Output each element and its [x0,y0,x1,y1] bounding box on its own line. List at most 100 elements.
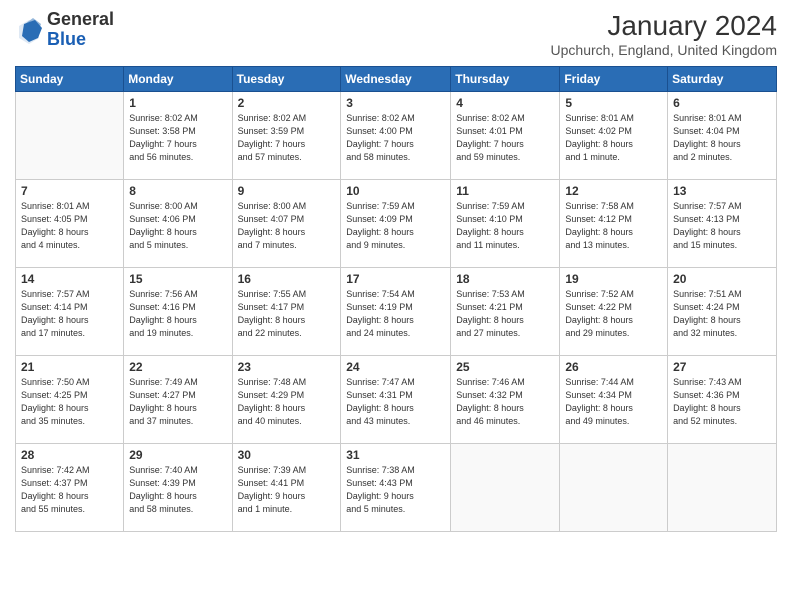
day-cell: 1 Sunrise: 8:02 AMSunset: 3:58 PMDaylight… [124,92,232,180]
day-cell: 23 Sunrise: 7:48 AMSunset: 4:29 PMDayligh… [232,356,341,444]
logo: General Blue [15,10,114,50]
day-info: Sunrise: 8:02 AMSunset: 4:00 PMDaylight:… [346,112,445,164]
day-cell: 20Sunrise: 7:51 AMSunset: 4:24 PMDayligh… [668,268,777,356]
day-info: Sunrise: 7:39 AMSunset: 4:41 PMDaylight:… [238,464,336,516]
day-number: 27 [673,360,771,374]
day-number: 24 [346,360,445,374]
day-cell: 9 Sunrise: 8:00 AMSunset: 4:07 PMDaylight… [232,180,341,268]
day-info: Sunrise: 7:55 AMSunset: 4:17 PMDaylight:… [238,288,336,340]
day-number: 12 [565,184,662,198]
day-info: Sunrise: 7:42 AMSunset: 4:37 PMDaylight:… [21,464,118,516]
day-info: Sunrise: 7:47 AMSunset: 4:31 PMDaylight:… [346,376,445,428]
day-info: Sunrise: 7:59 AMSunset: 4:10 PMDaylight:… [456,200,554,252]
day-info: Sunrise: 8:02 AMSunset: 4:01 PMDaylight:… [456,112,554,164]
header-cell-thursday: Thursday [451,67,560,92]
title-block: January 2024 Upchurch, England, United K… [551,10,777,58]
day-cell: 22 Sunrise: 7:49 AMSunset: 4:27 PMDayligh… [124,356,232,444]
day-number: 21 [21,360,118,374]
day-number: 14 [21,272,118,286]
day-info: Sunrise: 7:59 AMSunset: 4:09 PMDaylight:… [346,200,445,252]
header-row: SundayMondayTuesdayWednesdayThursdayFrid… [16,67,777,92]
day-info: Sunrise: 7:57 AMSunset: 4:14 PMDaylight:… [21,288,118,340]
day-info: Sunrise: 7:56 AMSunset: 4:16 PMDaylight:… [129,288,226,340]
week-row-4: 28 Sunrise: 7:42 AMSunset: 4:37 PMDayligh… [16,444,777,532]
day-cell: 28 Sunrise: 7:42 AMSunset: 4:37 PMDayligh… [16,444,124,532]
day-info: Sunrise: 8:00 AMSunset: 4:06 PMDaylight:… [129,200,226,252]
day-number: 1 [129,96,226,110]
day-number: 17 [346,272,445,286]
day-cell: 24 Sunrise: 7:47 AMSunset: 4:31 PMDayligh… [341,356,451,444]
day-cell: 29Sunrise: 7:40 AMSunset: 4:39 PMDayligh… [124,444,232,532]
day-number: 11 [456,184,554,198]
header: General Blue January 2024 Upchurch, Engl… [15,10,777,58]
day-info: Sunrise: 7:50 AMSunset: 4:25 PMDaylight:… [21,376,118,428]
header-cell-friday: Friday [560,67,668,92]
day-number: 30 [238,448,336,462]
day-number: 10 [346,184,445,198]
day-info: Sunrise: 7:48 AMSunset: 4:29 PMDaylight:… [238,376,336,428]
day-cell: 12 Sunrise: 7:58 AMSunset: 4:12 PMDayligh… [560,180,668,268]
day-cell: 15Sunrise: 7:56 AMSunset: 4:16 PMDayligh… [124,268,232,356]
day-number: 6 [673,96,771,110]
day-cell [16,92,124,180]
day-number: 22 [129,360,226,374]
day-number: 26 [565,360,662,374]
calendar-page: General Blue January 2024 Upchurch, Engl… [0,0,792,612]
day-number: 13 [673,184,771,198]
day-number: 23 [238,360,336,374]
day-info: Sunrise: 7:49 AMSunset: 4:27 PMDaylight:… [129,376,226,428]
day-cell: 3 Sunrise: 8:02 AMSunset: 4:00 PMDaylight… [341,92,451,180]
location: Upchurch, England, United Kingdom [551,42,777,58]
header-cell-monday: Monday [124,67,232,92]
day-info: Sunrise: 8:01 AMSunset: 4:02 PMDaylight:… [565,112,662,164]
day-number: 29 [129,448,226,462]
day-cell: 31Sunrise: 7:38 AMSunset: 4:43 PMDayligh… [341,444,451,532]
calendar-table: SundayMondayTuesdayWednesdayThursdayFrid… [15,66,777,532]
day-cell: 25 Sunrise: 7:46 AMSunset: 4:32 PMDayligh… [451,356,560,444]
day-cell: 26 Sunrise: 7:44 AMSunset: 4:34 PMDayligh… [560,356,668,444]
logo-text: General Blue [47,10,114,50]
logo-general: General [47,9,114,29]
header-cell-wednesday: Wednesday [341,67,451,92]
day-number: 25 [456,360,554,374]
day-cell: 16 Sunrise: 7:55 AMSunset: 4:17 PMDayligh… [232,268,341,356]
day-number: 3 [346,96,445,110]
day-info: Sunrise: 7:52 AMSunset: 4:22 PMDaylight:… [565,288,662,340]
day-cell: 6 Sunrise: 8:01 AMSunset: 4:04 PMDaylight… [668,92,777,180]
day-info: Sunrise: 7:46 AMSunset: 4:32 PMDaylight:… [456,376,554,428]
day-cell: 21 Sunrise: 7:50 AMSunset: 4:25 PMDayligh… [16,356,124,444]
day-number: 4 [456,96,554,110]
day-info: Sunrise: 8:00 AMSunset: 4:07 PMDaylight:… [238,200,336,252]
day-cell: 27 Sunrise: 7:43 AMSunset: 4:36 PMDayligh… [668,356,777,444]
day-cell: 11 Sunrise: 7:59 AMSunset: 4:10 PMDayligh… [451,180,560,268]
day-info: Sunrise: 8:01 AMSunset: 4:04 PMDaylight:… [673,112,771,164]
day-info: Sunrise: 7:44 AMSunset: 4:34 PMDaylight:… [565,376,662,428]
header-cell-sunday: Sunday [16,67,124,92]
day-info: Sunrise: 8:01 AMSunset: 4:05 PMDaylight:… [21,200,118,252]
day-info: Sunrise: 7:58 AMSunset: 4:12 PMDaylight:… [565,200,662,252]
day-cell [560,444,668,532]
day-number: 5 [565,96,662,110]
day-info: Sunrise: 7:38 AMSunset: 4:43 PMDaylight:… [346,464,445,516]
day-cell: 7 Sunrise: 8:01 AMSunset: 4:05 PMDaylight… [16,180,124,268]
week-row-3: 21 Sunrise: 7:50 AMSunset: 4:25 PMDayligh… [16,356,777,444]
day-info: Sunrise: 7:54 AMSunset: 4:19 PMDaylight:… [346,288,445,340]
day-info: Sunrise: 8:02 AMSunset: 3:58 PMDaylight:… [129,112,226,164]
day-number: 19 [565,272,662,286]
day-cell [668,444,777,532]
day-cell: 14 Sunrise: 7:57 AMSunset: 4:14 PMDayligh… [16,268,124,356]
day-cell: 17 Sunrise: 7:54 AMSunset: 4:19 PMDayligh… [341,268,451,356]
day-number: 16 [238,272,336,286]
day-number: 28 [21,448,118,462]
week-row-2: 14 Sunrise: 7:57 AMSunset: 4:14 PMDayligh… [16,268,777,356]
day-info: Sunrise: 7:57 AMSunset: 4:13 PMDaylight:… [673,200,771,252]
day-cell: 13 Sunrise: 7:57 AMSunset: 4:13 PMDayligh… [668,180,777,268]
day-number: 20 [673,272,771,286]
day-cell: 30 Sunrise: 7:39 AMSunset: 4:41 PMDayligh… [232,444,341,532]
header-cell-tuesday: Tuesday [232,67,341,92]
month-title: January 2024 [551,10,777,42]
day-info: Sunrise: 7:43 AMSunset: 4:36 PMDaylight:… [673,376,771,428]
day-number: 7 [21,184,118,198]
day-number: 9 [238,184,336,198]
logo-blue: Blue [47,29,86,49]
